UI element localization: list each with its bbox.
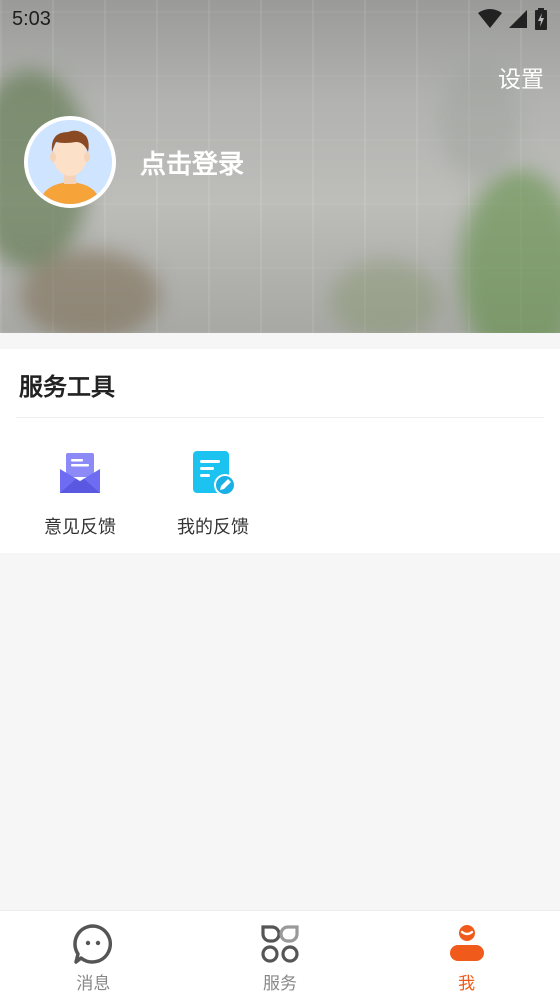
feedback-button[interactable]: 意见反馈: [20, 449, 140, 539]
status-time: 5:03: [12, 7, 51, 30]
me-icon: [449, 925, 484, 961]
message-icon: [73, 924, 113, 964]
service-tools-card: 服务工具 意见反馈 我的反馈: [0, 349, 560, 553]
nav-item-me[interactable]: 我: [373, 911, 560, 997]
settings-button[interactable]: 设置: [498, 60, 544, 94]
default-avatar-icon: [28, 120, 112, 204]
status-bar: 5:03: [0, 0, 560, 38]
divider: [16, 417, 544, 418]
feedback-mail-icon: [60, 453, 100, 493]
nav-label: 服务: [263, 974, 297, 994]
avatar[interactable]: [24, 116, 116, 208]
nav-label: 消息: [76, 974, 111, 994]
nav-item-services[interactable]: 服务: [187, 911, 374, 997]
nav-label: 我: [458, 974, 476, 994]
my-feedback-doc-icon: [193, 451, 236, 496]
tool-label: 意见反馈: [44, 517, 116, 538]
my-feedback-button[interactable]: 我的反馈: [153, 449, 273, 539]
section-title: 服务工具: [19, 373, 115, 401]
login-link[interactable]: 点击登录: [140, 144, 244, 181]
bottom-nav: 消息 服务 我: [0, 910, 560, 997]
nav-item-messages[interactable]: 消息: [0, 911, 187, 997]
tool-label: 我的反馈: [177, 517, 249, 538]
battery-icon: [535, 8, 547, 30]
wifi-icon: [478, 9, 502, 28]
services-icon: [261, 925, 299, 963]
signal-icon: [509, 10, 527, 28]
